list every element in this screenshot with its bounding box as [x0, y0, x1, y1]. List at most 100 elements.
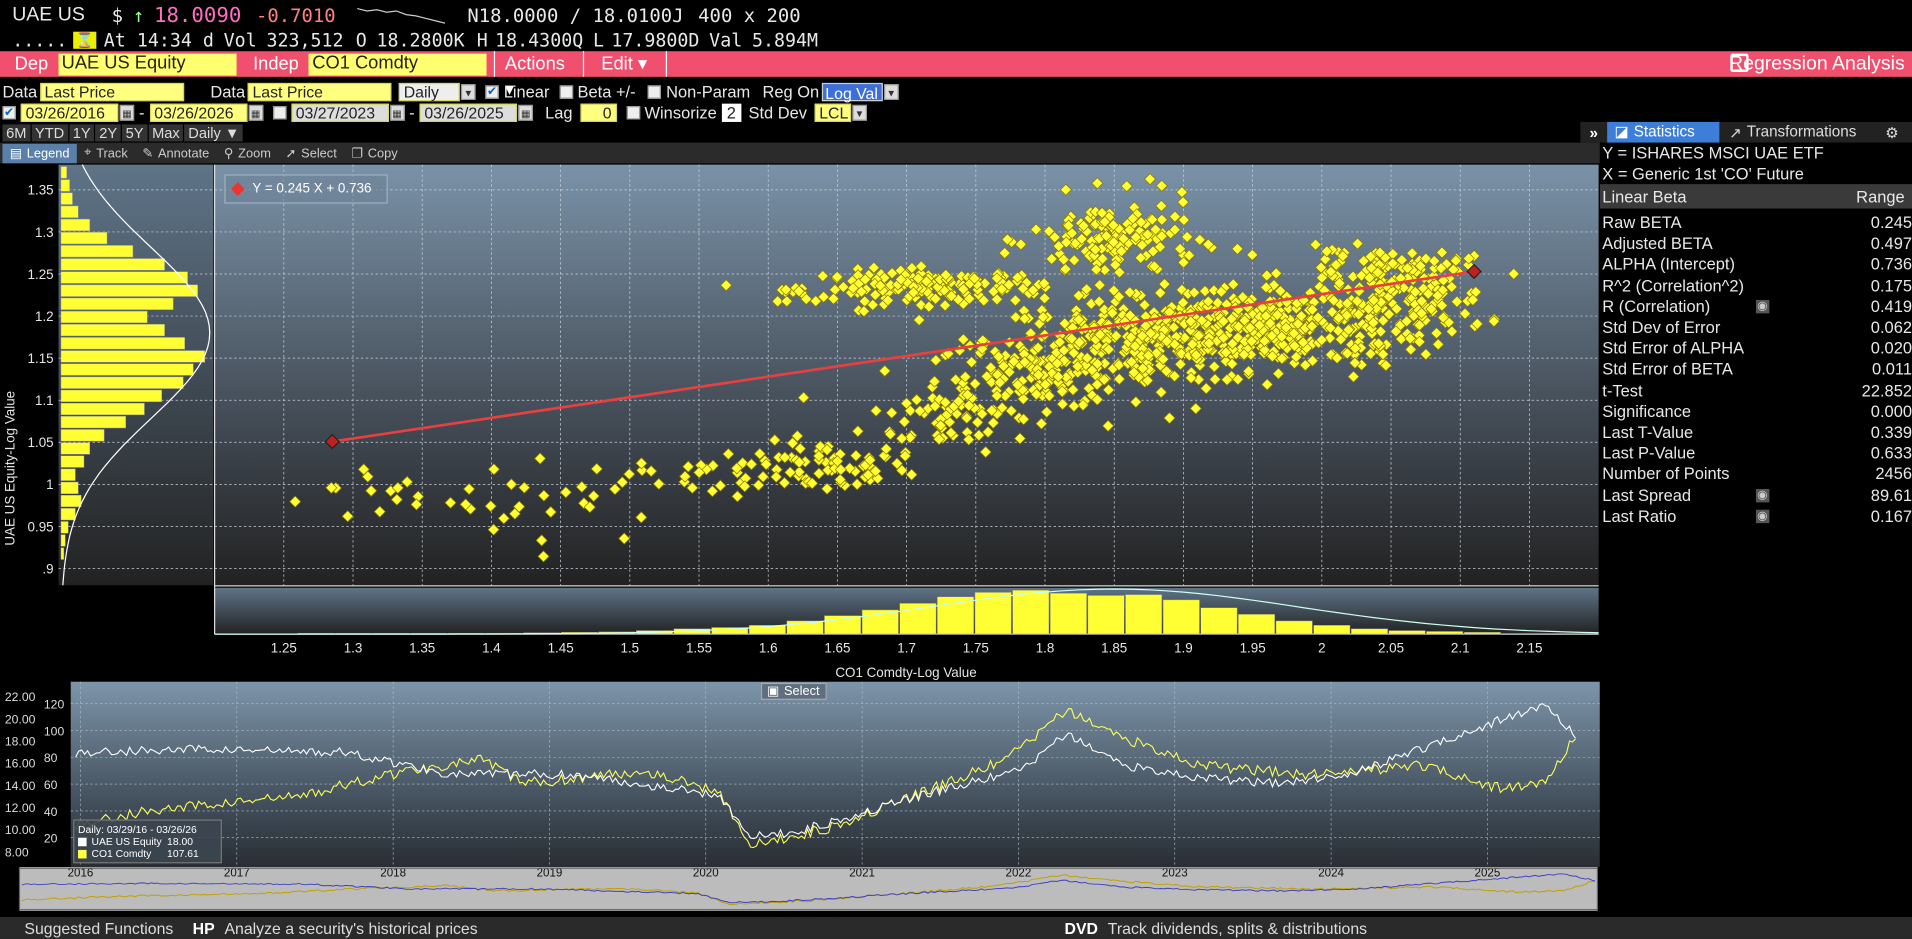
winsorize-input[interactable]: 2: [721, 103, 742, 122]
x-tick-label: 1.8: [1036, 640, 1055, 655]
chevron-down-icon[interactable]: ▼: [852, 104, 867, 121]
beta-checkbox[interactable]: [559, 84, 573, 99]
x-tick-label: 1.3: [344, 640, 363, 655]
regon-select[interactable]: Log Val: [821, 82, 883, 102]
xhist-bar: [1238, 614, 1276, 635]
regression-chart[interactable]: 1.25 1.3 1.35 1.4 1.45 1.5 1.55 1.6 1.65 1.7 1.75 1…: [0, 163, 1600, 681]
range-ytd[interactable]: YTD: [31, 124, 68, 142]
winsorize-checkbox[interactable]: [626, 105, 640, 119]
tool-copy[interactable]: ❐ Copy: [344, 143, 405, 163]
yhist-bar: [60, 284, 198, 297]
left-axis-label: 10.00: [5, 823, 36, 837]
timeseries-chart[interactable]: 22.0020.0018.0016.0014.0012.0010.008.00 …: [0, 681, 1600, 914]
tool-track[interactable]: ⌖ Track: [77, 143, 135, 163]
stat-label: Last Ratio: [1602, 506, 1677, 526]
yhist-bar: [60, 363, 194, 376]
y-tick-labels: 1.35 1.3 1.25 1.2 1.15 1.1 1.05 1 0.95 .9: [28, 183, 54, 577]
tool-select[interactable]: ➚ Select: [278, 143, 344, 163]
bid-ask-size: 400 x 200: [698, 4, 801, 27]
pointer-icon: ➚: [285, 145, 297, 161]
regression-legend[interactable]: Y = 0.245 X + 0.736: [224, 174, 388, 204]
range-1y[interactable]: 1Y: [69, 124, 95, 142]
hp-function[interactable]: HP Analyze a security's historical prices: [193, 919, 478, 937]
winsorize-label: Winsorize: [644, 103, 717, 122]
tab-statistics[interactable]: ◪ Statistics: [1607, 121, 1720, 143]
info-icon[interactable]: ◉: [1755, 488, 1770, 502]
indep-input[interactable]: CO1 Comdty: [308, 52, 487, 75]
year-label: 2024: [1318, 868, 1344, 880]
stat-label: Std Error of BETA: [1602, 360, 1733, 379]
dvd-text: Track dividends, splits & distributions: [1107, 918, 1368, 938]
calendar-icon[interactable]: ▦: [248, 104, 263, 121]
range-5y[interactable]: 5Y: [121, 124, 148, 142]
tool-track-label: Track: [96, 145, 128, 161]
lag-input[interactable]: 0: [579, 103, 617, 122]
gear-icon[interactable]: ⚙: [1885, 123, 1899, 141]
trend-icon: ↗: [1729, 124, 1742, 142]
tool-legend[interactable]: ▤ Legend: [2, 143, 77, 163]
period-select[interactable]: Daily: [398, 82, 460, 101]
chevron-down-icon[interactable]: ▼: [883, 83, 899, 100]
stat-row: ALPHA (Intercept) 0.736: [1600, 254, 1912, 275]
chevron-down-icon[interactable]: ▼: [461, 83, 476, 100]
select-button[interactable]: ▣ Select: [760, 682, 827, 700]
copy-icon: ❐: [351, 145, 363, 161]
linear-checkbox[interactable]: ✔: [485, 84, 499, 99]
calendar-icon[interactable]: ▦: [518, 104, 533, 121]
page-title: Regression Analysis: [1729, 53, 1905, 74]
stat-value: 0.633: [1870, 444, 1912, 463]
bid-ask: N18.0000 / 18.0100J: [467, 4, 684, 27]
start-date-1[interactable]: 03/26/2016: [20, 103, 119, 122]
range-period[interactable]: Daily ▼: [184, 124, 244, 142]
left-axis-label: 12.00: [5, 801, 36, 815]
x-tick-label: 1.65: [824, 640, 850, 655]
tab-transformations-label: Transformations: [1746, 123, 1857, 141]
suggested-functions[interactable]: Suggested Functions: [24, 919, 180, 937]
stat-label: Std Error of ALPHA: [1602, 339, 1745, 358]
stddev-select[interactable]: LCL: [814, 103, 851, 122]
info-icon[interactable]: ◉: [1755, 299, 1770, 314]
high-label: H: [476, 29, 488, 52]
start-date-2[interactable]: 03/27/2023: [290, 103, 389, 122]
tool-zoom[interactable]: ⚲ Zoom: [217, 143, 279, 163]
right-axis-label: 20: [44, 832, 58, 846]
end-date-2[interactable]: 03/26/2025: [419, 103, 518, 122]
range-2y[interactable]: 2Y: [95, 124, 121, 142]
diamond-icon: [230, 182, 245, 196]
calendar-icon[interactable]: ▦: [119, 104, 135, 121]
vol-label: Vol: [223, 29, 257, 52]
legend-swatch-co1: [78, 849, 87, 859]
date-range-2-checkbox[interactable]: [272, 105, 286, 119]
stats-header: Linear Beta Range: [1599, 184, 1912, 209]
dep-input[interactable]: UAE US Equity: [57, 52, 236, 75]
year-label: 2017: [224, 868, 250, 880]
xhist-bar: [899, 603, 937, 635]
tool-annotate[interactable]: ✎ Annotate: [135, 143, 217, 163]
stat-label: Adjusted BETA: [1602, 234, 1713, 253]
tool-annotate-label: Annotate: [158, 145, 210, 161]
data1-select[interactable]: Last Price: [39, 82, 184, 101]
stat-row: Raw BETA 0.245: [1600, 212, 1912, 233]
end-date-1[interactable]: 03/26/2026: [149, 103, 247, 122]
actions-menu[interactable]: Actions ▾: [493, 51, 585, 100]
calendar-icon[interactable]: ▦: [389, 104, 405, 121]
range-max[interactable]: Max: [148, 124, 184, 142]
data2-select[interactable]: Last Price: [247, 82, 392, 101]
year-label: 2020: [693, 868, 719, 880]
ticker[interactable]: UAE US: [12, 5, 85, 27]
last-price: 18.0090: [153, 3, 242, 29]
edit-menu[interactable]: Edit ▾: [584, 51, 668, 77]
date-range-checkbox[interactable]: ✔: [2, 105, 16, 119]
stat-value: 0.020: [1870, 339, 1912, 358]
stat-value: 0.167: [1870, 506, 1912, 526]
dvd-function[interactable]: DVD Track dividends, splits & distributio…: [1065, 919, 1368, 937]
yhist-bar: [60, 205, 79, 218]
yhist-bar: [60, 350, 206, 363]
range-6m[interactable]: 6M: [2, 124, 31, 142]
year-label: 2016: [68, 868, 94, 880]
tab-transformations[interactable]: ↗ Transformations: [1719, 123, 1878, 141]
collapse-icon[interactable]: »: [1580, 124, 1607, 141]
nonparam-checkbox[interactable]: [647, 84, 662, 99]
regression-equation: Y = 0.245 X + 0.736: [252, 181, 372, 197]
info-icon[interactable]: ◉: [1755, 509, 1770, 523]
